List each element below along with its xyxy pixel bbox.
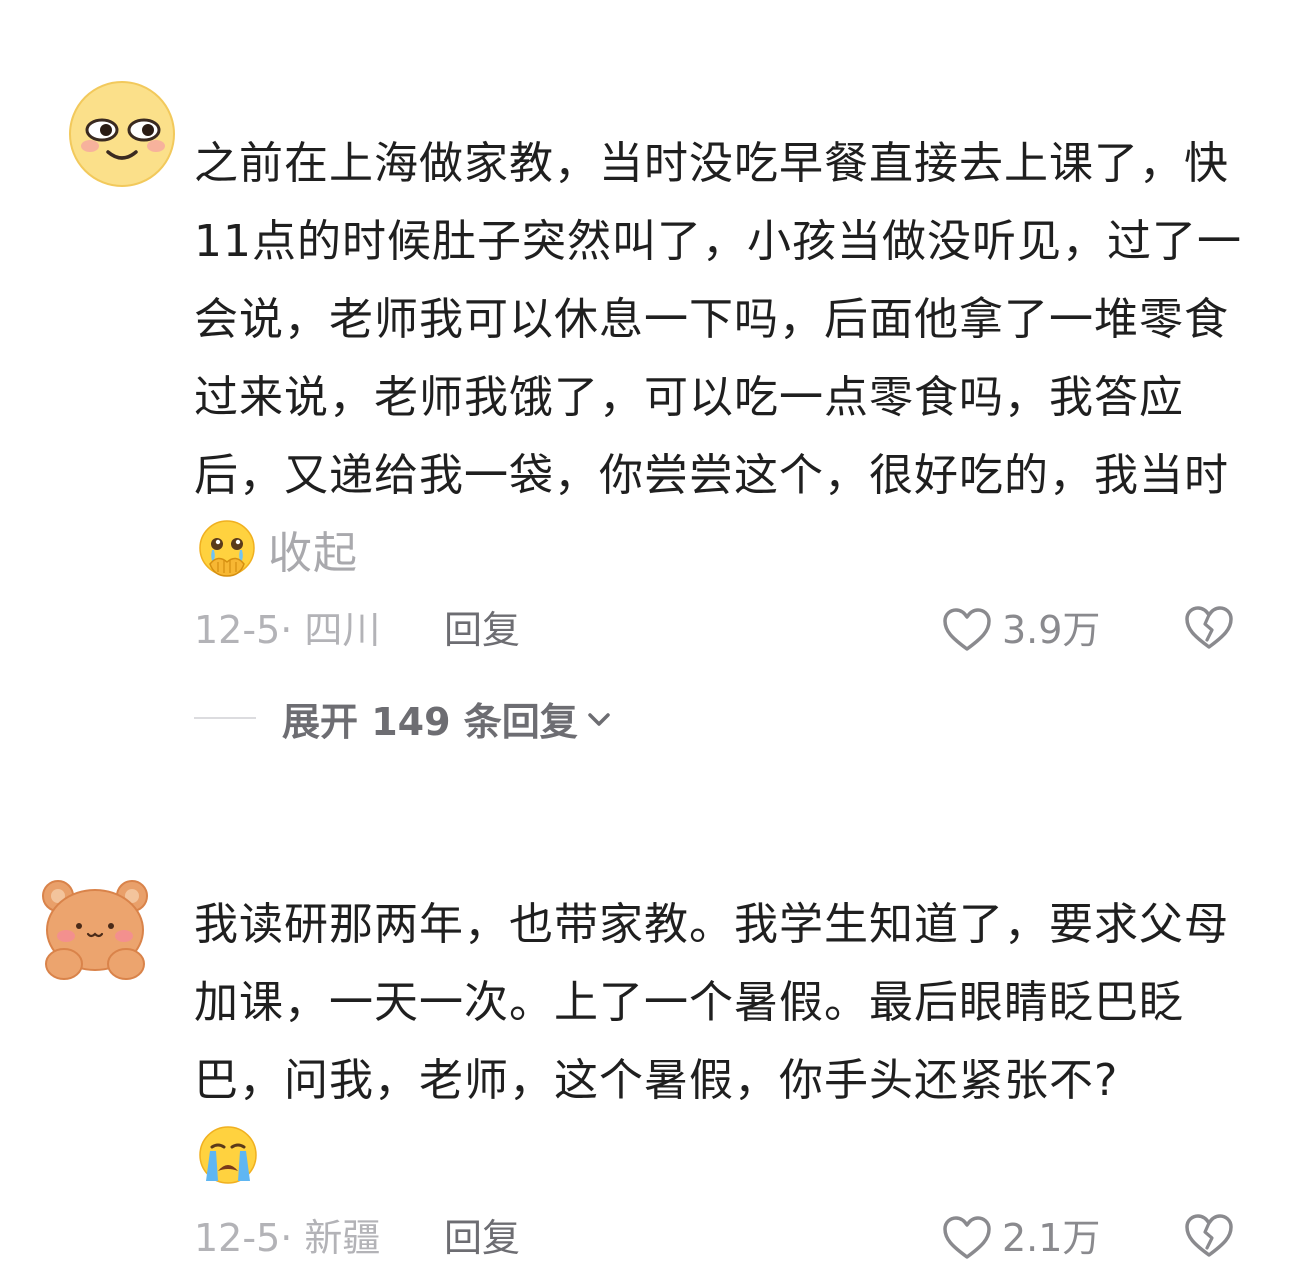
dislike-button[interactable]	[1184, 1212, 1234, 1277]
user-avatar[interactable]	[68, 80, 176, 188]
user-avatar[interactable]	[36, 868, 154, 986]
comment-text: 之前在上海做家教，当时没吃早餐直接去上课了，快11点的时候肚子突然叫了，小孩当做…	[194, 125, 1254, 593]
divider-line	[194, 717, 256, 719]
comment-text: 我读研那两年，也带家教。我学生知道了，要求父母加课，一天一次。上了一个暑假。最后…	[194, 886, 1254, 1198]
like-button[interactable]: 2.1万	[942, 1208, 1100, 1268]
comment-meta: 12-5· 新疆 回复 2.1万	[194, 1208, 1254, 1268]
reply-button[interactable]: 回复	[444, 600, 520, 660]
heart-icon	[943, 608, 991, 651]
like-count: 3.9万	[1002, 608, 1101, 652]
broken-heart-icon	[1185, 606, 1233, 649]
like-count: 2.1万	[1002, 1216, 1101, 1260]
smiling-face-avatar-icon	[69, 81, 175, 187]
heart-icon	[943, 1216, 991, 1259]
comment-item: 之前在上海做家教，当时没吃早餐直接去上课了，快11点的时候肚子突然叫了，小孩当做…	[0, 0, 1290, 800]
reply-button[interactable]: 回复	[444, 1208, 520, 1268]
comment-meta: 12-5· 四川 回复 3.9万	[194, 600, 1254, 660]
comment-item: 我读研那两年，也带家教。我学生知道了，要求父母加课，一天一次。上了一个暑假。最后…	[0, 860, 1290, 1287]
expand-replies-button[interactable]: 展开 149 条回复	[194, 688, 612, 748]
holding-back-tears-emoji-icon	[199, 520, 255, 577]
collapse-link[interactable]: 收起	[268, 528, 358, 579]
comment-body: 我读研那两年，也带家教。我学生知道了，要求父母加课，一天一次。上了一个暑假。最后…	[194, 899, 1229, 1106]
dislike-button[interactable]	[1184, 604, 1234, 669]
expand-replies-label: 展开 149 条回复	[282, 699, 578, 744]
bear-avatar-icon	[42, 880, 148, 980]
comment-body: 之前在上海做家教，当时没吃早餐直接去上课了，快11点的时候肚子突然叫了，小孩当做…	[194, 138, 1242, 501]
chevron-down-icon	[588, 713, 610, 726]
date-location: 12-5· 四川	[194, 608, 381, 652]
like-button[interactable]: 3.9万	[942, 600, 1100, 660]
crying-face-emoji-icon	[199, 1126, 257, 1184]
broken-heart-icon	[1185, 1214, 1233, 1257]
date-location: 12-5· 新疆	[194, 1216, 381, 1260]
